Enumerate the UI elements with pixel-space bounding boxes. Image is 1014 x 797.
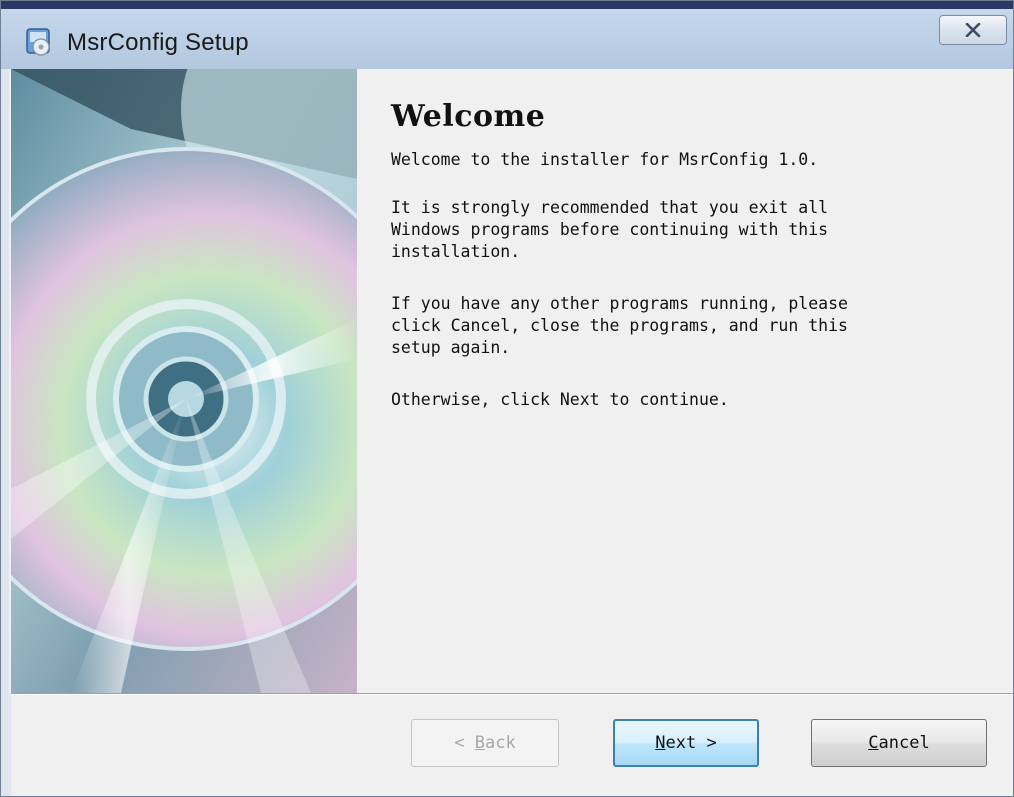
cancel-button[interactable]: Cancel xyxy=(811,719,987,767)
back-button-label: ack xyxy=(485,733,516,753)
setup-window: MsrConfig Setup Welcome Welcome to the i… xyxy=(0,0,1014,797)
back-button[interactable]: < Back xyxy=(411,719,559,767)
running-programs-text: If you have any other programs running, … xyxy=(391,294,848,357)
cd-disc-banner-image xyxy=(11,69,357,693)
next-button-mnemonic: N xyxy=(655,733,666,753)
page-title: Welcome xyxy=(391,99,546,134)
cancel-button-label: ancel xyxy=(878,733,930,753)
intro-text: Welcome to the installer for MsrConfig 1… xyxy=(391,150,819,169)
exit-programs-text: It is strongly recommended that you exit… xyxy=(391,198,829,261)
next-button[interactable]: Next > xyxy=(613,719,759,767)
continue-instruction-text: Otherwise, click Next to continue. xyxy=(391,390,729,409)
close-icon xyxy=(965,23,981,37)
next-button-label: ext xyxy=(665,733,697,753)
cancel-button-mnemonic: C xyxy=(868,733,879,753)
close-button[interactable] xyxy=(939,15,1007,45)
title-bar[interactable]: MsrConfig Setup xyxy=(1,1,1013,69)
welcome-panel: Welcome Welcome to the installer for Msr… xyxy=(357,69,1013,693)
window-title: MsrConfig Setup xyxy=(67,29,249,56)
back-button-mnemonic: B xyxy=(474,733,485,753)
installer-app-icon xyxy=(26,28,50,56)
back-button-prefix: < xyxy=(454,733,475,753)
next-button-suffix: > xyxy=(696,733,717,753)
